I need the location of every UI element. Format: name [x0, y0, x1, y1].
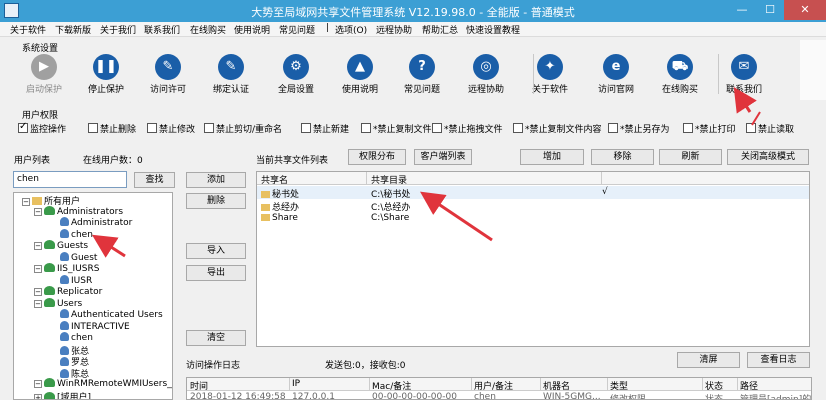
arrow-to-contact — [733, 86, 757, 114]
arrow-to-secretary — [420, 191, 493, 242]
arrow-to-chen — [91, 234, 126, 258]
annotation-arrows — [91, 86, 761, 258]
arrow-to-deny-read — [751, 111, 761, 126]
